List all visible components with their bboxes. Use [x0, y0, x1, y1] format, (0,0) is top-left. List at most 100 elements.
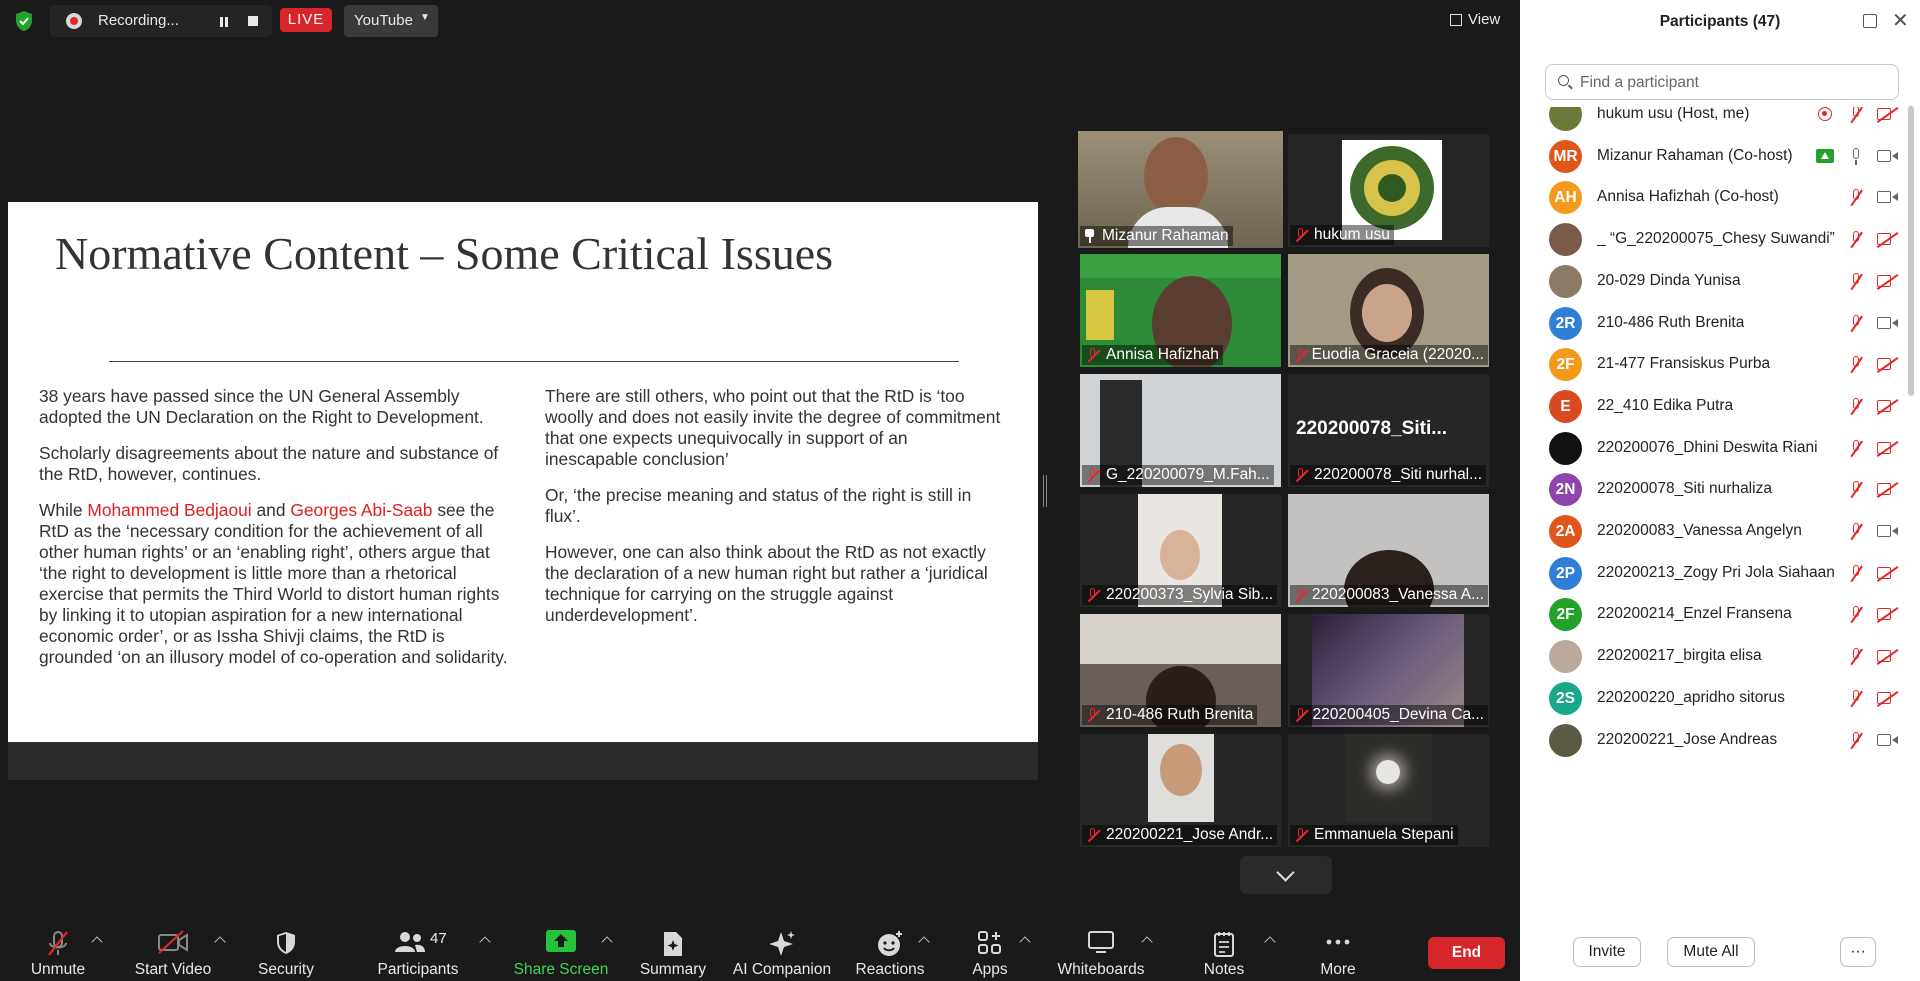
popout-icon[interactable] [1863, 14, 1877, 28]
muted-mic-icon[interactable] [1847, 355, 1865, 374]
reactions-label: Reactions [855, 961, 925, 978]
video-off-icon[interactable] [1877, 441, 1899, 456]
participants-options-caret[interactable] [479, 936, 491, 948]
recording-icon [1818, 107, 1832, 121]
muted-mic-icon [48, 931, 68, 956]
video-off-icon[interactable] [1877, 482, 1899, 497]
notes-label: Notes [1203, 961, 1245, 978]
participant-name: 220200078_Siti nurhaliza [1597, 480, 1772, 498]
muted-mic-icon[interactable] [1847, 188, 1865, 207]
video-icon[interactable] [1877, 316, 1899, 331]
muted-mic-icon[interactable] [1847, 605, 1865, 624]
video-off-icon[interactable] [1877, 357, 1899, 372]
muted-mic-icon[interactable] [1847, 731, 1865, 750]
video-tile[interactable]: hukum usu [1288, 134, 1489, 247]
video-off-icon[interactable] [1877, 107, 1899, 122]
notes-button[interactable]: Notes [1184, 916, 1264, 981]
avatar: 2S [1549, 681, 1582, 715]
video-tile[interactable]: Mizanur Rahaman [1078, 131, 1283, 248]
video-off-icon [158, 930, 188, 954]
video-tile[interactable]: Annisa Hafizhah [1080, 254, 1281, 367]
live-badge[interactable]: LIVE [280, 8, 332, 32]
unmute-label: Unmute [30, 961, 86, 978]
video-icon[interactable] [1877, 190, 1899, 205]
close-icon[interactable]: ✕ [1892, 11, 1909, 31]
mic-icon[interactable] [1847, 147, 1865, 166]
pause-recording-icon[interactable] [215, 13, 233, 31]
security-shield-icon[interactable] [14, 10, 34, 32]
video-tile[interactable]: 220200373_Sylvia Sib... [1080, 494, 1281, 607]
unmute-button[interactable]: Unmute [18, 916, 98, 981]
participant-face [1160, 530, 1200, 580]
resize-handle[interactable] [1042, 475, 1048, 507]
share-screen-button[interactable]: Share Screen [510, 916, 612, 981]
video-tile[interactable]: 220200078_Siti... 220200078_Siti nurhal.… [1288, 374, 1489, 487]
scroll-down-tiles-button[interactable] [1240, 856, 1332, 894]
reactions-button[interactable]: Reactions [848, 916, 932, 981]
stream-target-dropdown[interactable]: YouTube ▼ [344, 5, 438, 37]
start-video-label: Start Video [134, 961, 212, 978]
invite-button[interactable]: Invite [1573, 937, 1641, 967]
stop-recording-icon[interactable] [246, 14, 260, 28]
whiteboards-button[interactable]: Whiteboards [1050, 916, 1152, 981]
participants-button[interactable]: 47 Participants [370, 916, 466, 981]
panel-scrollbar[interactable] [1908, 106, 1914, 396]
muted-mic-icon[interactable] [1847, 314, 1865, 333]
summary-button[interactable]: Summary [632, 916, 714, 981]
muted-mic-icon[interactable] [1847, 480, 1865, 499]
tile-name: 220200405_Devina Ca... [1312, 706, 1485, 723]
participant-search[interactable] [1545, 64, 1899, 100]
video-off-icon[interactable] [1877, 691, 1899, 706]
apps-button[interactable]: Apps [950, 916, 1030, 981]
muted-mic-icon[interactable] [1847, 230, 1865, 249]
view-button[interactable]: View [1440, 5, 1510, 35]
video-tile[interactable]: G_220200079_M.Fah... [1080, 374, 1281, 487]
muted-mic-icon[interactable] [1847, 522, 1865, 541]
search-input[interactable] [1578, 71, 1882, 95]
tile-name-label: 220200405_Devina Ca... [1290, 705, 1488, 725]
video-tile[interactable]: 220200405_Devina Ca... [1288, 614, 1489, 727]
end-meeting-button[interactable]: End [1428, 937, 1505, 969]
video-off-icon[interactable] [1877, 274, 1899, 289]
participant-face [1144, 137, 1208, 215]
video-tile[interactable]: Euodia Graceia (22020... [1288, 254, 1489, 367]
start-video-button[interactable]: Start Video [128, 916, 218, 981]
muted-mic-icon[interactable] [1847, 272, 1865, 291]
video-off-icon[interactable] [1877, 399, 1899, 414]
muted-mic-icon[interactable] [1847, 689, 1865, 708]
muted-mic-icon[interactable] [1847, 107, 1865, 124]
highlighted-name: Georges Abi-Saab [290, 500, 433, 520]
video-icon[interactable] [1877, 733, 1899, 748]
video-tile[interactable]: 220200221_Jose Andr... [1080, 734, 1281, 847]
more-options-button[interactable]: ··· [1840, 937, 1876, 967]
participant-name: 220200214_Enzel Fransena [1597, 605, 1792, 623]
participants-label: Participants [377, 961, 459, 978]
video-tile[interactable]: Emmanuela Stepani [1288, 734, 1489, 847]
video-off-icon[interactable] [1877, 607, 1899, 622]
video-off-icon[interactable] [1877, 566, 1899, 581]
muted-mic-icon[interactable] [1847, 439, 1865, 458]
video-off-icon[interactable] [1877, 232, 1899, 247]
video-tile[interactable]: 220200083_Vanessa A... [1288, 494, 1489, 607]
security-label: Security [258, 961, 314, 978]
participant-name: 220200083_Vanessa Angelyn [1597, 522, 1802, 539]
video-off-icon[interactable] [1877, 649, 1899, 664]
participant-list: hukum usu (Host, me) MR Mizanur Rahaman (C… [1520, 107, 1910, 917]
ai-companion-button[interactable]: AI Companion [726, 916, 838, 981]
mute-all-button[interactable]: Mute All [1667, 937, 1755, 967]
notes-options-caret[interactable] [1264, 936, 1276, 948]
video-icon[interactable] [1877, 524, 1899, 539]
muted-mic-icon[interactable] [1847, 564, 1865, 583]
tile-name-label: Euodia Graceia (22020... [1290, 345, 1488, 365]
text-run: and [251, 500, 291, 520]
participant-row[interactable]: 220200221_Jose Andreas [1520, 715, 1910, 766]
more-button[interactable]: More [1296, 916, 1380, 981]
video-icon[interactable] [1877, 149, 1899, 164]
share-screen-icon [1816, 148, 1834, 163]
video-tile[interactable]: 210-486 Ruth Brenita [1080, 614, 1281, 727]
slide-left-column: 38 years have passed since the UN Genera… [39, 386, 509, 683]
security-button[interactable]: Security [246, 916, 326, 981]
muted-mic-icon[interactable] [1847, 647, 1865, 666]
tile-name: Annisa Hafizhah [1106, 346, 1219, 363]
muted-mic-icon[interactable] [1847, 397, 1865, 416]
